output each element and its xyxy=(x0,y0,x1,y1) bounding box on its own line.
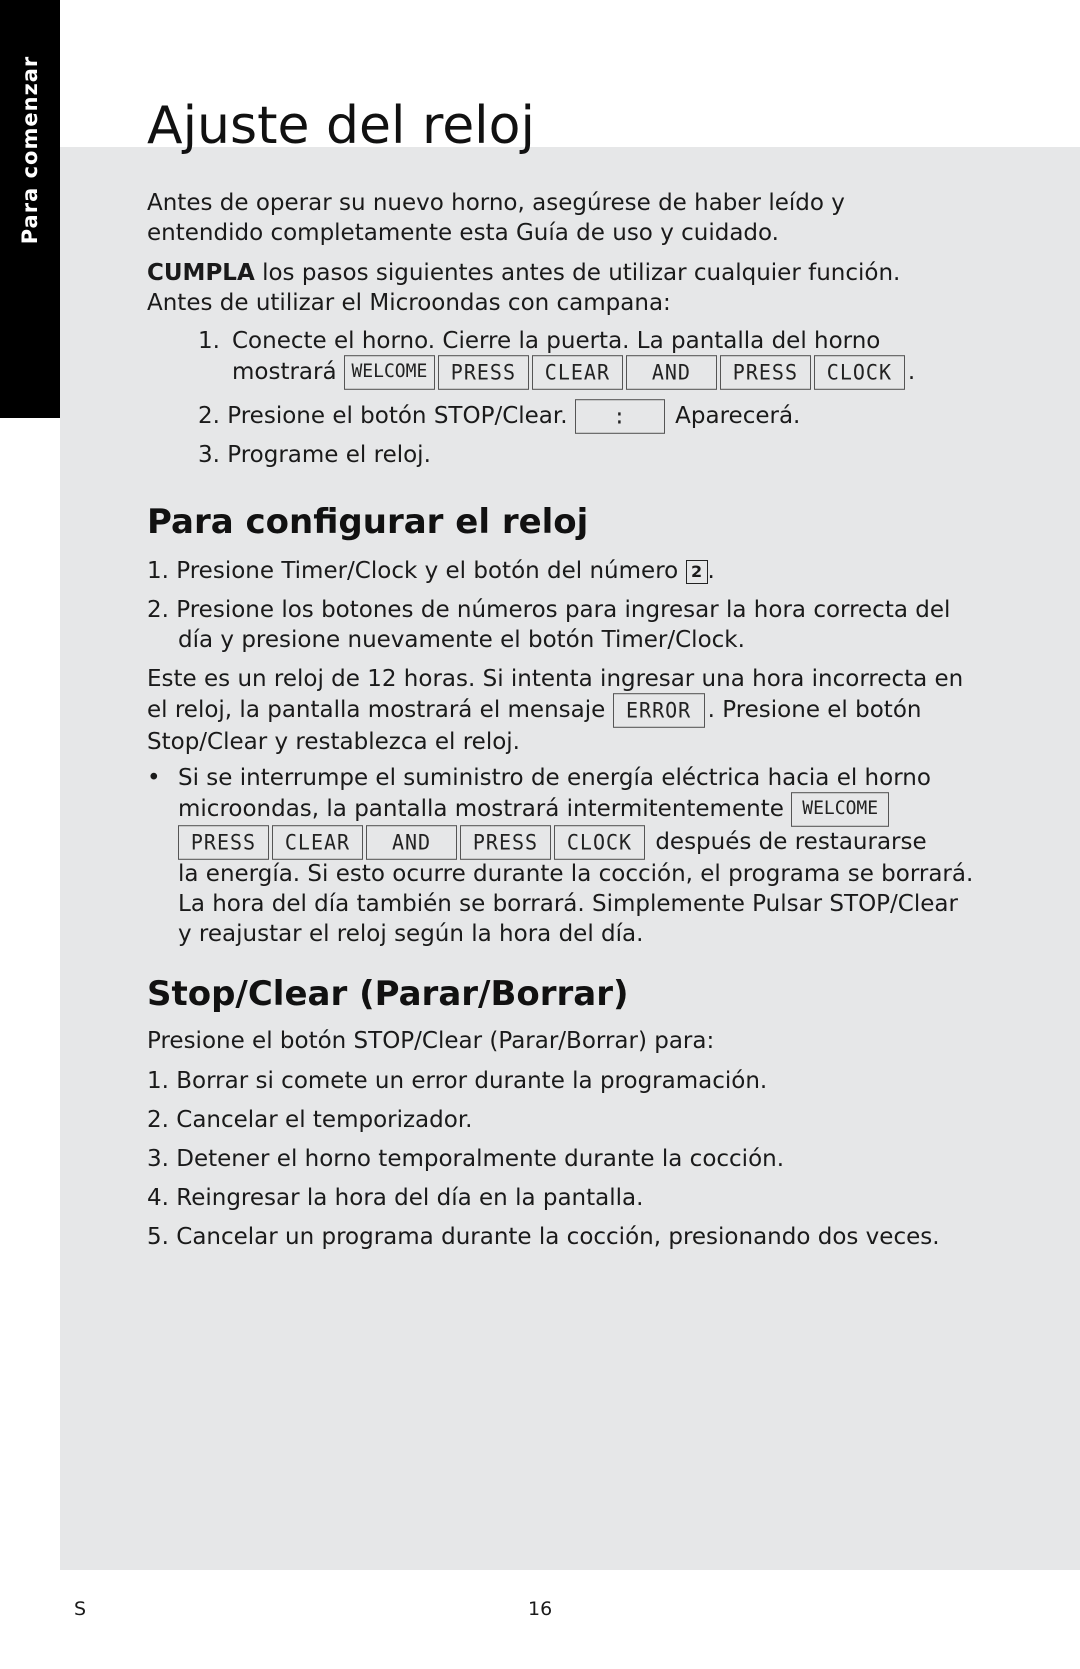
lcd-display-and: AND xyxy=(625,355,717,390)
configure-step-2: 2. Presione los botones de números para … xyxy=(147,597,951,653)
configure-step-1: 1. Presione Timer/Clock y el botón del n… xyxy=(147,558,715,584)
lcd-display-press-3: PRESS xyxy=(178,825,269,860)
intro-bold: CUMPLA xyxy=(147,260,255,286)
setup-step-3: 3. Programe el reloj. xyxy=(198,442,431,468)
setup-step-2: 2. Presione el botón STOP/Clear. : Apare… xyxy=(198,399,800,434)
lcd-display-clock: CLOCK xyxy=(813,355,905,390)
lcd-display-clear: CLEAR xyxy=(531,355,623,390)
lcd-display-clock-2: CLOCK xyxy=(554,825,645,860)
intro-paragraph: Antes de operar su nuevo horno, asegúres… xyxy=(147,190,845,246)
lcd-display-colon: : xyxy=(574,399,665,434)
section-side-tab: Para comenzar xyxy=(0,0,60,418)
intro-rest: los pasos siguientes antes de utilizar c… xyxy=(147,260,901,316)
list-item: 2. Cancelar el temporizador. xyxy=(147,1107,473,1133)
heading-stop-clear: Stop/Clear (Parar/Borrar) xyxy=(147,974,629,1014)
lcd-display-press: PRESS xyxy=(437,355,529,390)
lcd-display-welcome-2: WELCOME xyxy=(791,792,890,827)
lcd-display-and-2: AND xyxy=(366,825,457,860)
list-item: 1. Borrar si comete un error durante la … xyxy=(147,1068,768,1094)
footer-language-code: S xyxy=(74,1598,87,1620)
lcd-display-press-4: PRESS xyxy=(460,825,551,860)
page-number: 16 xyxy=(528,1598,553,1620)
page-title: Ajuste del reloj xyxy=(147,96,535,156)
clock-note: Este es un reloj de 12 horas. Si intenta… xyxy=(147,666,964,755)
lcd-display-error: ERROR xyxy=(612,693,705,728)
heading-configure-clock: Para configurar el reloj xyxy=(147,502,589,542)
side-tab-label: Para comenzar xyxy=(18,55,42,245)
intro-instruction: CUMPLA los pasos siguientes antes de uti… xyxy=(147,258,947,318)
list-item: 5. Cancelar un programa durante la cocci… xyxy=(147,1224,940,1250)
number-key-2: 2 xyxy=(685,559,708,584)
lcd-display-press-2: PRESS xyxy=(719,355,811,390)
lcd-display-clear-2: CLEAR xyxy=(272,825,363,860)
stop-clear-list: 1. Borrar si comete un error durante la … xyxy=(147,1066,940,1261)
list-item: 4. Reingresar la hora del día en la pant… xyxy=(147,1185,644,1211)
setup-step-1-display: mostrará WELCOME PRESS CLEAR AND PRESS CLOCK. xyxy=(232,355,915,390)
list-item: 3. Detener el horno temporalmente durant… xyxy=(147,1146,785,1172)
stop-clear-intro: Presione el botón STOP/Clear (Parar/Borr… xyxy=(147,1028,715,1054)
lcd-display-welcome: WELCOME xyxy=(343,355,435,390)
bullet-icon: • xyxy=(147,765,161,791)
